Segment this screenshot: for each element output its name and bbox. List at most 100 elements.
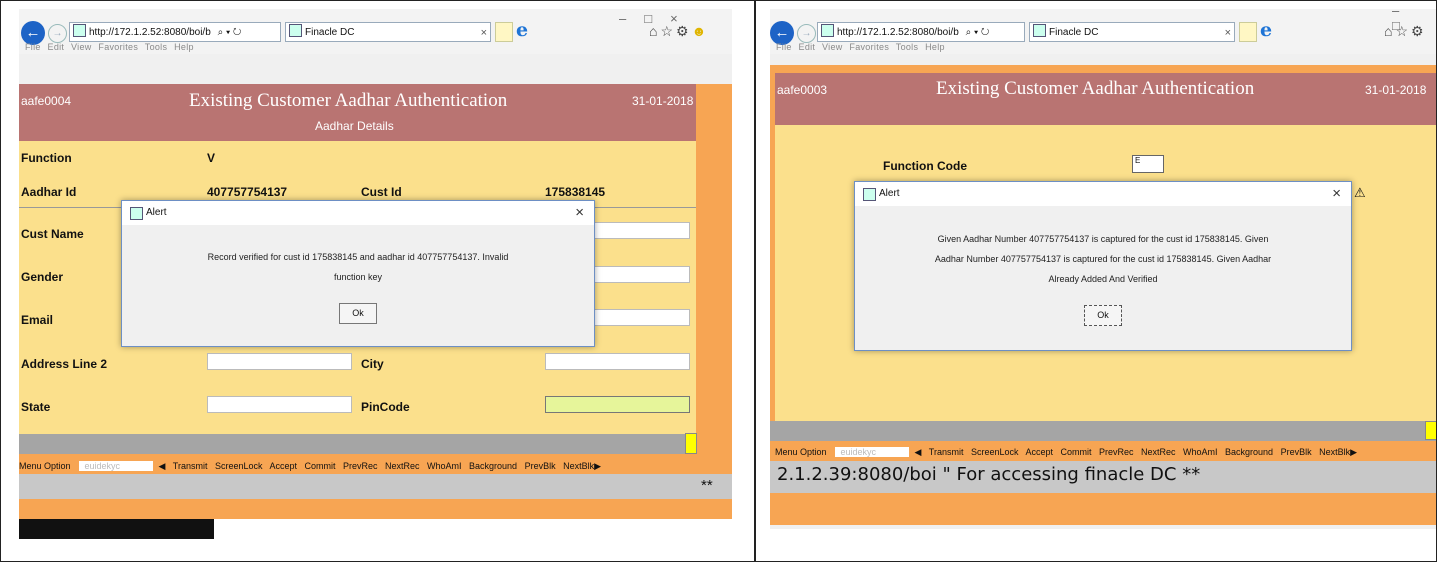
menu-option-select[interactable]: euidekyc bbox=[834, 447, 909, 457]
new-tab-icon[interactable] bbox=[1239, 22, 1257, 42]
page-title: Existing Customer Aadhar Authentication bbox=[936, 78, 1255, 99]
new-tab-icon[interactable] bbox=[495, 22, 513, 42]
forward-arrow-icon[interactable]: → bbox=[48, 24, 67, 43]
browser-window-right: ← → http://172.1.2.52:8080/boi/b ⌕ ▾ ↻ F… bbox=[770, 9, 1436, 529]
menu-option-select[interactable]: euidekyc bbox=[78, 461, 153, 471]
menu-view[interactable]: View bbox=[822, 42, 843, 52]
browser-menubar[interactable]: File Edit View Favorites Tools Help bbox=[776, 42, 945, 52]
alert-titlebar: Alert × bbox=[122, 201, 594, 225]
menu-help[interactable]: Help bbox=[925, 42, 945, 52]
alert-message-line-1: Record verified for cust id 175838145 an… bbox=[207, 252, 509, 262]
footer-url-text: 2.1.2.39:8080/boi " For accessing finacl… bbox=[777, 464, 1201, 485]
menu-tools[interactable]: Tools bbox=[896, 42, 919, 52]
menu-view[interactable]: View bbox=[71, 42, 92, 52]
alert-titlebar: Alert × bbox=[855, 182, 1351, 206]
taskbar-blank bbox=[214, 519, 732, 539]
function-key-menu[interactable]: ◀ Transmit ScreenLock Accept Commit Prev… bbox=[915, 447, 1357, 457]
aadhar-id-label: Aadhar Id bbox=[21, 185, 77, 199]
menu-option-label: Menu Option bbox=[775, 447, 827, 457]
menu-edit[interactable]: Edit bbox=[48, 42, 65, 52]
browser-menubar[interactable]: File Edit View Favorites Tools Help bbox=[25, 42, 194, 52]
menu-file[interactable]: File bbox=[25, 42, 41, 52]
function-key-menu[interactable]: ◀ Transmit ScreenLock Accept Commit Prev… bbox=[159, 461, 601, 471]
menu-favorites[interactable]: Favorites bbox=[849, 42, 889, 52]
city-label: City bbox=[361, 357, 384, 371]
status-bar-gray bbox=[770, 421, 1436, 441]
menu-option-label: Menu Option bbox=[19, 461, 71, 471]
function-value: V bbox=[207, 151, 216, 165]
address-url: http://172.1.2.52:8080/boi/b bbox=[837, 27, 959, 38]
section-subtitle: Aadhar Details bbox=[315, 119, 394, 133]
warning-icon: ⚠ bbox=[1354, 185, 1366, 200]
menu-tools[interactable]: Tools bbox=[145, 42, 168, 52]
tab-close-icon[interactable]: × bbox=[1225, 23, 1231, 43]
left-screenshot-panel: ← → http://172.1.2.52:8080/boi/b ⌕ ▾ ↻ F… bbox=[0, 0, 755, 562]
forward-arrow-icon[interactable]: → bbox=[797, 24, 816, 43]
address-url: http://172.1.2.52:8080/boi/b bbox=[89, 27, 211, 38]
state-label: State bbox=[21, 400, 51, 414]
status-indicator bbox=[685, 433, 697, 454]
right-screenshot-panel: ← → http://172.1.2.52:8080/boi/b ⌕ ▾ ↻ F… bbox=[755, 0, 1437, 562]
address-bar[interactable]: http://172.1.2.52:8080/boi/b ⌕ ▾ ↻ bbox=[69, 22, 281, 42]
status-bar-gray bbox=[19, 434, 696, 454]
browser-titlebar: ← → http://172.1.2.52:8080/boi/b ⌕ ▾ ↻ F… bbox=[770, 9, 1436, 54]
alert-dialog-right: Alert × Given Aadhar Number 407757754137… bbox=[854, 181, 1352, 351]
ok-button[interactable]: Ok bbox=[1084, 305, 1122, 326]
pincode-field[interactable] bbox=[545, 396, 690, 413]
tab-favicon-icon bbox=[289, 24, 302, 37]
function-label: Function bbox=[21, 151, 72, 165]
browser-window-left: ← → http://172.1.2.52:8080/boi/b ⌕ ▾ ↻ F… bbox=[19, 9, 732, 539]
address-controls[interactable]: ⌕ ▾ ↻ bbox=[218, 27, 242, 38]
alert-title: Alert bbox=[879, 188, 900, 199]
toolbar-icons[interactable]: ⌂☆⚙ bbox=[1384, 23, 1427, 40]
tab-favicon-icon bbox=[1033, 24, 1046, 37]
close-icon[interactable]: × bbox=[575, 201, 584, 225]
aadhar-id-value: 407757754137 bbox=[207, 185, 288, 199]
tab-close-icon[interactable]: × bbox=[481, 23, 487, 43]
footer-stars: ** bbox=[701, 477, 713, 494]
feedback-smiley-icon[interactable]: ☻ bbox=[692, 23, 710, 39]
function-code-field[interactable]: E bbox=[1132, 155, 1164, 173]
tab-title: Finacle DC bbox=[1049, 27, 1099, 38]
ie-logo-icon: e bbox=[1260, 19, 1273, 41]
menu-option-bar: Menu Option euidekyc ◀ Transmit ScreenLock… bbox=[775, 447, 1357, 458]
browser-tab-finacle[interactable]: Finacle DC × bbox=[285, 22, 491, 42]
state-field[interactable] bbox=[207, 396, 352, 413]
alert-title: Alert bbox=[146, 207, 167, 218]
menu-help[interactable]: Help bbox=[174, 42, 194, 52]
screen-code: aafe0004 bbox=[21, 94, 72, 108]
menu-option-bar: Menu Option euidekyc ◀ Transmit ScreenLock… bbox=[19, 461, 601, 472]
page-title: Existing Customer Aadhar Authentication bbox=[189, 90, 508, 111]
alert-message-line-2: function key bbox=[333, 272, 383, 282]
alert-message-line-2: Aadhar Number 407757754137 is captured f… bbox=[934, 254, 1272, 264]
taskbar-strip bbox=[19, 519, 214, 539]
address-line-2-field[interactable] bbox=[207, 353, 352, 370]
gender-label: Gender bbox=[21, 270, 64, 284]
ok-button[interactable]: Ok bbox=[339, 303, 377, 324]
address-line-2-label: Address Line 2 bbox=[21, 357, 108, 371]
menu-file[interactable]: File bbox=[776, 42, 792, 52]
alert-dialog-left: Alert × Record verified for cust id 1758… bbox=[121, 200, 595, 347]
email-label: Email bbox=[21, 313, 54, 327]
city-field[interactable] bbox=[545, 353, 690, 370]
site-favicon-icon bbox=[73, 24, 86, 37]
menu-edit[interactable]: Edit bbox=[799, 42, 816, 52]
browser-tab-finacle[interactable]: Finacle DC × bbox=[1029, 22, 1235, 42]
cust-id-label: Cust Id bbox=[361, 185, 402, 199]
java-app-icon bbox=[863, 188, 876, 201]
function-code-label: Function Code bbox=[883, 159, 967, 173]
alert-message-line-3: Already Added And Verified bbox=[1048, 274, 1158, 284]
pincode-label: PinCode bbox=[361, 400, 410, 414]
page-date: 31-01-2018 bbox=[1365, 83, 1427, 97]
menu-favorites[interactable]: Favorites bbox=[98, 42, 138, 52]
status-indicator bbox=[1425, 421, 1436, 440]
java-app-icon bbox=[130, 207, 143, 220]
alert-message-line-1: Given Aadhar Number 407757754137 is capt… bbox=[937, 234, 1269, 244]
address-controls[interactable]: ⌕ ▾ ↻ bbox=[966, 27, 990, 38]
screen-code: aafe0003 bbox=[777, 83, 828, 97]
form-header: aafe0004 Existing Customer Aadhar Authen… bbox=[19, 84, 696, 141]
close-icon[interactable]: × bbox=[1332, 182, 1341, 206]
toolbar-icons[interactable]: ⌂☆⚙☻ bbox=[649, 23, 709, 40]
address-bar[interactable]: http://172.1.2.52:8080/boi/b ⌕ ▾ ↻ bbox=[817, 22, 1025, 42]
browser-titlebar: ← → http://172.1.2.52:8080/boi/b ⌕ ▾ ↻ F… bbox=[19, 9, 732, 54]
